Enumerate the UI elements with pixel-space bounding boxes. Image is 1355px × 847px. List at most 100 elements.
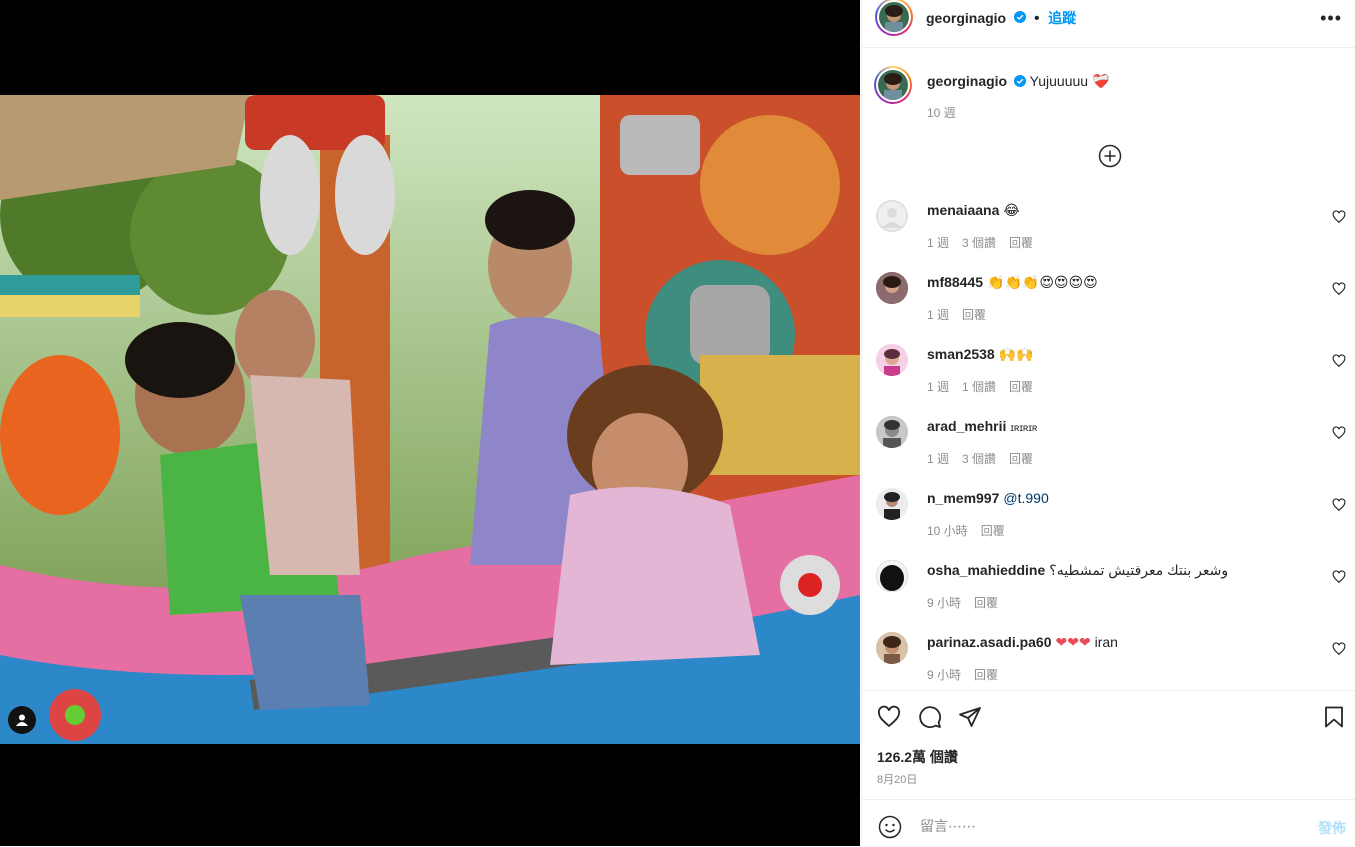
comment-time[interactable]: 10 小時 (927, 524, 968, 538)
comment-input[interactable] (918, 812, 1282, 840)
comment-meta: 1 週 3 個讚 回覆 (927, 234, 1046, 251)
comment-item: mf88445 👏👏👏😍😍😍😍 1 週回覆 (876, 272, 1346, 332)
comment-username[interactable]: osha_mahieddine (927, 562, 1045, 578)
comment-username[interactable]: mf88445 (927, 274, 983, 290)
comment-username[interactable]: sman2538 (927, 346, 995, 362)
comment-body: ❤❤❤ iran (1055, 634, 1118, 650)
comment-meta: 9 小時 回覆 (927, 666, 1011, 683)
user-tag-icon[interactable] (8, 706, 36, 734)
comment-text: n_mem997 @t.990 (927, 490, 1049, 506)
separator-dot: • (1034, 10, 1040, 27)
comment-item: n_mem997 @t.990 10 小時 回覆 (876, 488, 1346, 548)
author-username[interactable]: georginagio (926, 10, 1006, 26)
comment-time[interactable]: 1 週 (927, 236, 949, 250)
comment-body: وشعر بنتك معرفتيش تمشطيه؟ (1049, 562, 1229, 578)
comment-time[interactable]: 9 小時 (927, 596, 961, 610)
avatar[interactable] (876, 488, 908, 520)
reply-button[interactable]: 回覆 (962, 308, 986, 322)
verified-badge-icon (1013, 10, 1026, 28)
comment-item: parinaz.asadi.pa60 ❤❤❤ iran 9 小時 回覆 (876, 632, 1346, 692)
comment-likes[interactable]: 1 個讚 (962, 380, 996, 394)
heart-emojis: ❤❤❤ (1055, 634, 1091, 650)
avatar[interactable] (876, 632, 908, 664)
post-actions: 126.2萬 個讚 8月20日 (862, 690, 1355, 799)
post-side-panel: georginagio • 追蹤 ••• georginagio Yujuuuu… (861, 0, 1355, 846)
comment-meta: 9 小時 回覆 (927, 594, 1011, 611)
reply-button[interactable]: 回覆 (1009, 236, 1033, 250)
comment-username[interactable]: n_mem997 (927, 490, 999, 506)
comment-username[interactable]: parinaz.asadi.pa60 (927, 634, 1052, 650)
avatar[interactable] (876, 560, 908, 592)
emoji-icon[interactable] (878, 815, 902, 839)
like-comment-heart-icon[interactable] (1332, 426, 1346, 440)
like-comment-heart-icon[interactable] (1332, 354, 1346, 368)
comment-body: 😂 (1003, 202, 1020, 218)
comment-text: parinaz.asadi.pa60 ❤❤❤ iran (927, 634, 1118, 651)
caption-text: georginagio Yujuuuuu ❤️‍🩹 (927, 73, 1109, 90)
comment-likes[interactable]: 3 個讚 (962, 452, 996, 466)
avatar[interactable] (876, 344, 908, 376)
comment-meta: 1 週 3 個讚 回覆 (927, 450, 1046, 467)
carousel-family-photo (0, 95, 860, 744)
like-heart-icon[interactable] (877, 705, 901, 729)
avatar[interactable] (876, 200, 908, 232)
post-date[interactable]: 8月20日 (877, 771, 917, 787)
caption-body: Yujuuuuu (1029, 73, 1089, 89)
caption-username[interactable]: georginagio (927, 73, 1007, 89)
reply-button[interactable]: 回覆 (974, 596, 998, 610)
comment-time[interactable]: 1 週 (927, 380, 949, 394)
comment-meta: 10 小時 回覆 (927, 522, 1018, 539)
like-comment-heart-icon[interactable] (1332, 282, 1346, 296)
post-photo[interactable] (0, 95, 860, 744)
comment-time[interactable]: 1 週 (927, 452, 949, 466)
author-avatar-ring[interactable] (875, 0, 913, 36)
comment-likes[interactable]: 3 個讚 (962, 236, 996, 250)
reply-button[interactable]: 回覆 (981, 524, 1005, 538)
like-comment-heart-icon[interactable] (1332, 570, 1346, 584)
caption-emoji: ❤️‍🩹 (1091, 73, 1110, 89)
comment-item: arad_mehrii ɪʀɪʀɪʀ 1 週 3 個讚 回覆 (876, 416, 1346, 476)
load-more-comments-icon[interactable] (1098, 144, 1122, 168)
comment-bubble-icon[interactable] (918, 705, 942, 729)
post-header: georginagio • 追蹤 ••• (862, 0, 1355, 48)
comment-mention-link[interactable]: @t.990 (1003, 490, 1048, 506)
add-comment-bar: 發佈 (862, 799, 1355, 847)
comment-meta: 1 週 1 個讚 回覆 (927, 378, 1046, 395)
avatar (878, 70, 908, 100)
verified-badge-icon (1014, 74, 1027, 90)
follow-button[interactable]: 追蹤 (1048, 10, 1076, 26)
share-send-icon[interactable] (958, 705, 982, 729)
comment-body: ɪʀɪʀɪʀ (1010, 423, 1038, 434)
comment-text: arad_mehrii ɪʀɪʀɪʀ (927, 418, 1037, 434)
like-count[interactable]: 126.2萬 個讚 (877, 747, 958, 767)
avatar[interactable] (876, 272, 908, 304)
comment-username[interactable]: arad_mehrii (927, 418, 1006, 434)
post-media (0, 0, 860, 846)
caption-avatar-ring[interactable] (874, 66, 912, 104)
comment-text: sman2538 🙌🙌 (927, 346, 1034, 363)
comment-time[interactable]: 1 週 (927, 308, 949, 322)
reply-button[interactable]: 回覆 (1009, 380, 1033, 394)
reply-button[interactable]: 回覆 (974, 668, 998, 682)
post-comment-button[interactable]: 發佈 (1318, 818, 1346, 838)
comment-text: osha_mahieddine وشعر بنتك معرفتيش تمشطيه؟ (927, 562, 1228, 579)
avatar (879, 2, 909, 32)
comment-item: sman2538 🙌🙌 1 週 1 個讚 回覆 (876, 344, 1346, 404)
save-bookmark-icon[interactable] (1322, 705, 1346, 729)
like-comment-heart-icon[interactable] (1332, 210, 1346, 224)
caption-timestamp[interactable]: 10 週 (927, 104, 956, 121)
comment-item: osha_mahieddine وشعر بنتك معرفتيش تمشطيه؟… (876, 560, 1346, 620)
like-comment-heart-icon[interactable] (1332, 642, 1346, 656)
comment-username[interactable]: menaiaana (927, 202, 999, 218)
like-comment-heart-icon[interactable] (1332, 498, 1346, 512)
caption: georginagio Yujuuuuu ❤️‍🩹 10 週 (874, 66, 1346, 126)
avatar[interactable] (876, 416, 908, 448)
comment-body: 🙌🙌 (998, 346, 1034, 362)
comment-text: mf88445 👏👏👏😍😍😍😍 (927, 274, 1098, 291)
comment-item: menaiaana 😂 1 週 3 個讚 回覆 (876, 200, 1346, 260)
header-user: georginagio • 追蹤 (926, 8, 1076, 28)
more-options-icon[interactable]: ••• (1320, 8, 1342, 29)
comment-time[interactable]: 9 小時 (927, 668, 961, 682)
reply-button[interactable]: 回覆 (1009, 452, 1033, 466)
comment-body: 👏👏👏😍😍😍😍 (987, 274, 1098, 290)
